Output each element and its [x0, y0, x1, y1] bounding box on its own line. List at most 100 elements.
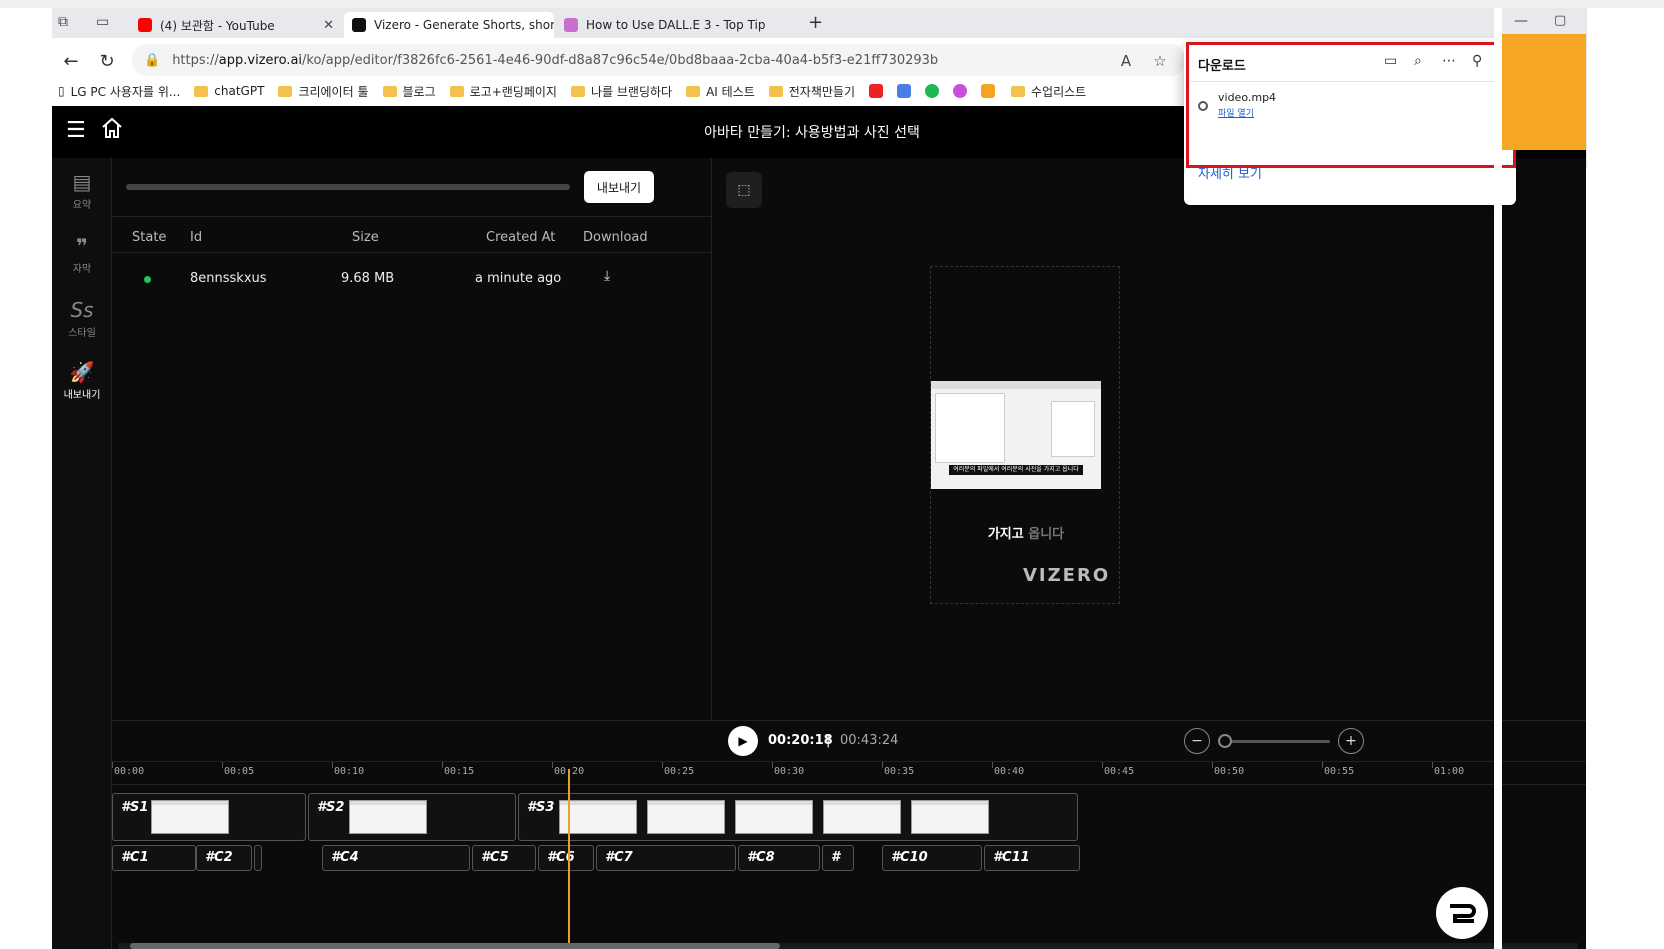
bookmark-item[interactable]: ▯ LG PC 사용자를 위... — [58, 83, 180, 100]
scene-thumbnail — [151, 800, 229, 834]
close-icon[interactable]: ✕ — [323, 18, 334, 33]
folder-icon — [382, 85, 397, 97]
bookmark-folder[interactable]: 로고+랜딩페이지 — [449, 83, 557, 100]
maximize-icon[interactable]: ▢ — [1554, 13, 1566, 28]
scene-thumbnail — [735, 800, 813, 834]
ruler-tick-label: 00:55 — [1324, 766, 1355, 777]
ruler-tick — [662, 762, 663, 768]
sidebar-item-style[interactable]: Ss 스타일 — [52, 298, 112, 339]
bookmark-folder[interactable]: 수업리스트 — [1011, 83, 1086, 100]
clip-block[interactable]: #C4 — [322, 845, 470, 871]
clip-block[interactable]: #C2 — [196, 845, 252, 871]
vizero-icon — [352, 18, 366, 32]
home-icon[interactable] — [100, 116, 124, 144]
bookmark-label: AI 테스트 — [706, 84, 755, 99]
bookmark-label: 나를 브랜딩하다 — [590, 84, 673, 99]
horizontal-scrollbar-thumb[interactable] — [130, 943, 780, 949]
highlight-box — [1186, 42, 1516, 168]
bookmark-label: 수업리스트 — [1031, 84, 1087, 99]
ruler-tick-label: 00:50 — [1214, 766, 1245, 777]
tab-bar: ⧉ ▭ (4) 보관함 - YouTube ✕ Vizero - Generat… — [52, 8, 1586, 38]
bookmark-icons-group[interactable] — [869, 84, 997, 98]
bookmark-label: chatGPT — [214, 84, 265, 98]
youtube-icon[interactable] — [869, 84, 884, 98]
sidebar-item-export[interactable]: 🚀 내보내기 — [52, 360, 112, 401]
sidebar: ▤ 요약 ❞ 자막 Ss 스타일 🚀 내보내기 — [52, 158, 112, 949]
scene-block[interactable]: #S2 — [308, 793, 516, 841]
scene-block[interactable]: #S1 — [112, 793, 306, 841]
ruler-tick-label: 01:00 — [1434, 766, 1465, 777]
column-header-download: Download — [583, 230, 648, 245]
rocket-icon: 🚀 — [69, 360, 95, 384]
ruler-tick-label: 00:25 — [664, 766, 695, 777]
back-icon[interactable]: ← — [58, 48, 84, 74]
menu-icon[interactable]: ☰ — [66, 118, 86, 143]
favorite-star-icon[interactable]: ☆ — [1148, 49, 1172, 73]
watermark-logo: VIZERO — [1023, 565, 1111, 586]
page-title: 아바타 만들기: 사용방법과 사진 선택 — [704, 125, 920, 141]
bookmark-folder[interactable]: AI 테스트 — [686, 83, 755, 100]
sidebar-item-subtitles[interactable]: ❞ 자막 — [52, 234, 112, 275]
export-button[interactable]: 내보내기 — [584, 171, 654, 203]
clip-block[interactable]: #C8 — [738, 845, 820, 871]
clip-block[interactable] — [254, 845, 262, 871]
calendar-icon[interactable] — [897, 84, 912, 98]
tab-actions-icon[interactable]: ▭ — [96, 14, 109, 30]
youtube-icon — [138, 18, 152, 32]
fullscreen-icon[interactable]: ⬚ — [726, 172, 762, 208]
clip-block[interactable]: #C11 — [984, 845, 1080, 871]
preview-area: ⬚ 여러분의 파일에서 여러분의 사진을 가지고 옵니다 가지고 옵니다 VIZ… — [712, 158, 1586, 720]
bookmark-folder[interactable]: 크리에이터 툴 — [278, 83, 369, 100]
bookmark-folder[interactable]: chatGPT — [194, 84, 264, 98]
new-tab-icon[interactable]: + — [808, 12, 823, 33]
url-host: app.vizero.ai — [218, 52, 303, 68]
page-icon — [564, 18, 578, 32]
bookmark-folder[interactable]: 전자책만들기 — [768, 83, 855, 100]
vizero-logo-icon — [1450, 904, 1476, 923]
refresh-icon[interactable]: ↻ — [94, 48, 120, 74]
tab-vizero[interactable]: Vizero - Generate Shorts, shortly ✕ — [344, 12, 554, 38]
clip-block[interactable]: # — [822, 845, 854, 871]
sidebar-item-label: 내보내기 — [63, 390, 101, 401]
folder-icon — [768, 85, 783, 97]
download-icon[interactable]: ⤓ — [604, 268, 610, 284]
divider — [112, 252, 712, 253]
tab-label: Vizero - Generate Shorts, shortly — [374, 18, 554, 32]
bookmark-folder[interactable]: 블로그 — [382, 83, 436, 100]
ruler-tick-label: 00:10 — [334, 766, 365, 777]
clip-block[interactable]: #C6 — [538, 845, 594, 871]
column-header-size: Size — [352, 230, 379, 245]
sidebar-item-summary[interactable]: ▤ 요약 — [52, 170, 112, 211]
folder-icon — [449, 85, 464, 97]
tab-dalle[interactable]: How to Use DALL.E 3 - Top Tips f ✕ — [556, 12, 766, 38]
folder-icon — [570, 85, 585, 97]
clip-block[interactable]: #C5 — [472, 845, 536, 871]
minimize-icon[interactable]: — — [1514, 13, 1528, 29]
caption-highlight: 가지고 — [987, 527, 1024, 542]
app-icon[interactable] — [953, 84, 968, 98]
play-button[interactable]: ▶ — [728, 726, 758, 756]
zoom-out-button[interactable]: − — [1184, 728, 1210, 754]
row-id: 8ennsskxus — [190, 271, 267, 286]
drive-icon[interactable] — [981, 84, 996, 98]
play-icon: ▶ — [738, 734, 748, 748]
ruler-tick — [332, 762, 333, 768]
bookmark-folder[interactable]: 나를 브랜딩하다 — [570, 83, 673, 100]
playhead[interactable] — [568, 769, 570, 949]
clip-block[interactable]: #C10 — [882, 845, 982, 871]
scene-block[interactable]: #S3 — [518, 793, 1078, 841]
read-aloud-icon[interactable]: A — [1114, 49, 1138, 73]
ruler-tick-label: 00:00 — [114, 766, 145, 777]
zoom-slider[interactable] — [1220, 740, 1330, 743]
folder-icon — [1011, 85, 1026, 97]
workspaces-icon[interactable]: ⧉ — [58, 14, 68, 30]
zoom-in-button[interactable]: + — [1338, 728, 1364, 754]
zoom-slider-handle[interactable] — [1218, 734, 1232, 748]
address-input[interactable]: 🔒 https://app.vizero.ai/ko/app/editor/f3… — [132, 44, 1186, 76]
column-header-id: Id — [190, 230, 203, 245]
clip-block[interactable]: #C7 — [596, 845, 736, 871]
vizero-logo-button[interactable] — [1436, 887, 1488, 939]
tab-youtube[interactable]: (4) 보관함 - YouTube ✕ — [130, 12, 342, 38]
clip-block[interactable]: #C1 — [112, 845, 196, 871]
app-icon[interactable] — [925, 84, 940, 98]
